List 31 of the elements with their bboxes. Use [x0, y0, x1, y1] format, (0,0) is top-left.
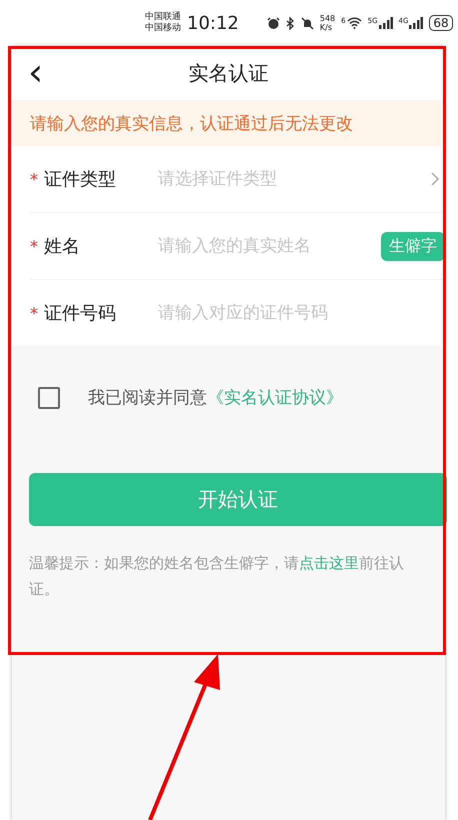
chevron-icon: [431, 172, 439, 186]
back-button[interactable]: ‹: [28, 54, 44, 90]
field-label: 证件号码: [44, 302, 117, 325]
page-title: 实名认证: [188, 60, 268, 86]
select-field[interactable]: 请选择证件类型: [158, 165, 431, 193]
bluetooth-icon: [286, 16, 295, 30]
start-verification-button[interactable]: 开始认证: [29, 473, 447, 526]
required-mark: *: [30, 236, 38, 256]
field-label: 证件类型: [44, 168, 117, 191]
tip-text: 温馨提示：如果您的姓名包含生僻字，请点击这里前往认证。: [29, 553, 405, 600]
carrier-name: 中国联通: [145, 12, 181, 22]
carrier-name: 中国移动: [145, 23, 181, 34]
network-speed: 548 K/s: [320, 14, 336, 32]
input-field[interactable]: 请输入对应的证件号码: [158, 299, 445, 327]
agreement-checkbox[interactable]: [38, 386, 60, 408]
wifi-icon: [346, 17, 362, 29]
notice-text: 请输入您的真实信息，认证通过后无法更改: [30, 112, 353, 134]
required-mark: *: [30, 304, 38, 322]
signal-icon: [409, 17, 424, 29]
click-here-link[interactable]: 点击这里: [299, 554, 359, 572]
required-mark: *: [30, 170, 38, 188]
agreement-link[interactable]: 《实名认证协议》: [207, 386, 343, 409]
battery-level: 68: [429, 15, 453, 31]
alarm-icon: [266, 16, 280, 30]
agreement-text: 我已阅读并同意: [88, 387, 207, 409]
muted-bell-icon: [300, 16, 314, 30]
input-field[interactable]: 请输入您的真实姓名: [158, 232, 381, 260]
clock-time: 10:12: [187, 12, 239, 34]
field-label: 姓名: [44, 235, 81, 258]
signal-icon: [378, 17, 393, 29]
rare-character-button[interactable]: 生僻字: [381, 232, 445, 260]
